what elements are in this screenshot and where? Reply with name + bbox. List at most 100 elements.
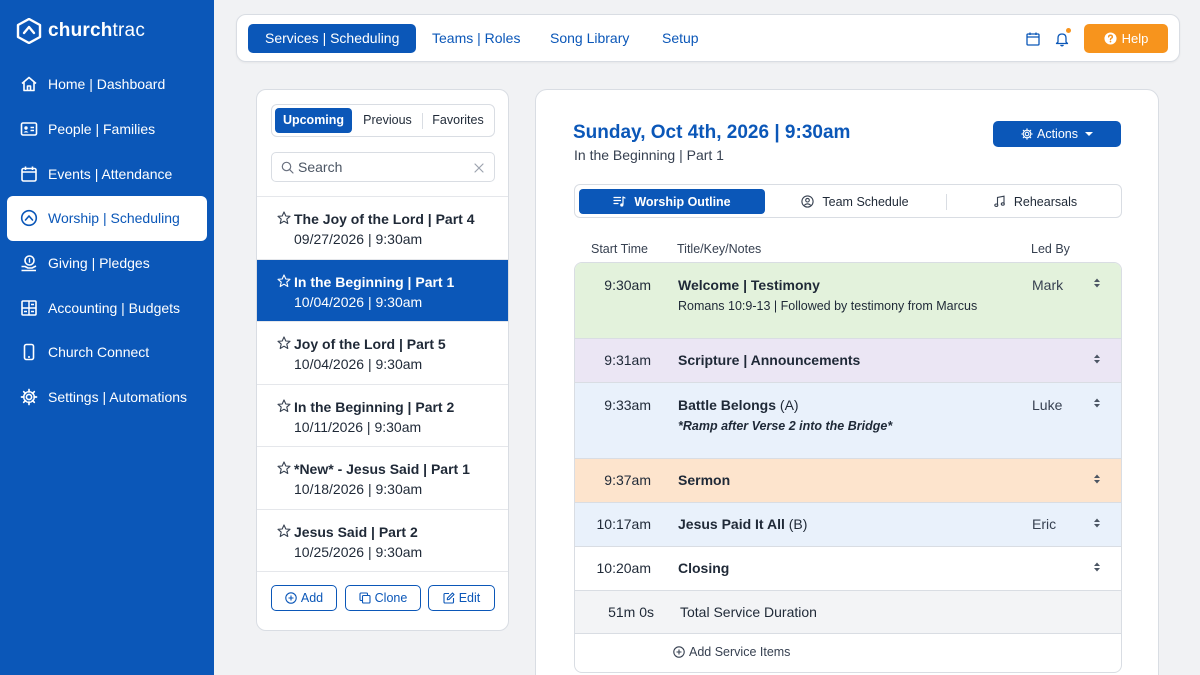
add-service-button[interactable]: Add: [271, 585, 337, 611]
sort-handle-icon[interactable]: [1093, 517, 1101, 529]
id-card-icon: [20, 122, 38, 136]
phone-icon: [23, 344, 35, 361]
service-title: The Joy of the Lord | Part 4: [294, 211, 475, 227]
sidebar-item-label: Home | Dashboard: [48, 76, 166, 93]
edit-icon: [443, 592, 455, 604]
edit-service-button[interactable]: Edit: [428, 585, 495, 611]
service-detail-panel: Sunday, Oct 4th, 2026 | 9:30am In the Be…: [535, 89, 1159, 675]
service-item[interactable]: In the Beginning | Part 1 10/04/2026 | 9…: [257, 259, 508, 322]
service-title: *New* - Jesus Said | Part 1: [294, 461, 470, 477]
sidebar-item-label: Accounting | Budgets: [48, 299, 181, 316]
sidebar-item-label: Giving | Pledges: [48, 255, 150, 272]
tab-label: Worship Outline: [634, 194, 731, 209]
item-time: 9:31am: [604, 352, 651, 368]
sidebar-item-church-connect[interactable]: Church Connect: [0, 330, 214, 375]
outline-row[interactable]: 9:31am Scripture | Announcements: [575, 339, 1121, 383]
sidebar-item-home[interactable]: Home | Dashboard: [0, 62, 214, 107]
sort-handle-icon[interactable]: [1093, 397, 1101, 409]
service-item[interactable]: *New* - Jesus Said | Part 1 10/18/2026 |…: [257, 447, 508, 510]
sort-handle-icon[interactable]: [1093, 353, 1101, 365]
help-button[interactable]: Help: [1084, 24, 1168, 53]
actions-dropdown-button[interactable]: Actions: [993, 121, 1121, 147]
sidebar-item-settings[interactable]: Settings | Automations: [0, 375, 214, 420]
search-input[interactable]: [298, 157, 468, 177]
outline-row[interactable]: 9:33am Battle Belongs (A) *Ramp after Ve…: [575, 383, 1121, 459]
churchtrac-logo-icon: [16, 18, 42, 44]
bell-icon[interactable]: [1054, 31, 1070, 47]
sidebar-item-label: People | Families: [48, 121, 156, 138]
service-title: In the Beginning | Part 1: [294, 273, 455, 290]
total-duration-label: Total Service Duration: [680, 604, 817, 620]
item-title: Battle Belongs (A): [678, 397, 799, 413]
outline-row[interactable]: 10:17am Jesus Paid It All (B) Eric: [575, 503, 1121, 547]
filter-divider: [422, 113, 423, 129]
star-icon[interactable]: [277, 461, 291, 475]
outline-row[interactable]: 9:37am Sermon: [575, 459, 1121, 503]
tab-teams-roles[interactable]: Teams | Roles: [432, 24, 520, 53]
tab-team-schedule[interactable]: Team Schedule: [770, 189, 940, 214]
star-icon[interactable]: [277, 211, 291, 225]
service-date: 10/04/2026 | 9:30am: [294, 356, 423, 372]
total-duration-row: 51m 0s Total Service Duration: [575, 591, 1121, 634]
caret-down-icon: [1085, 132, 1093, 136]
item-title: Welcome | Testimony: [678, 277, 820, 293]
sidebar: churchtrac Home | Dashboard People | Fam…: [0, 0, 214, 675]
add-service-items-button[interactable]: Add Service Items: [673, 645, 790, 659]
tab-setup[interactable]: Setup: [662, 24, 699, 53]
edit-label: Edit: [458, 591, 481, 605]
sidebar-item-accounting[interactable]: Accounting | Budgets: [0, 285, 214, 330]
sidebar-item-label: Church Connect: [48, 344, 150, 361]
star-icon[interactable]: [277, 273, 291, 288]
logo[interactable]: churchtrac: [16, 17, 145, 45]
sidebar-item-label: Events | Attendance: [48, 165, 173, 182]
add-items-label: Add Service Items: [689, 645, 791, 659]
item-time: 10:17am: [596, 516, 651, 532]
sort-handle-icon[interactable]: [1093, 473, 1101, 485]
service-item[interactable]: The Joy of the Lord | Part 4 09/27/2026 …: [257, 197, 508, 260]
service-list: The Joy of the Lord | Part 4 09/27/2026 …: [257, 196, 508, 572]
calendar-icon[interactable]: [1025, 31, 1041, 47]
services-panel: Upcoming Previous Favorites The Joy of t…: [256, 89, 509, 631]
sidebar-item-people[interactable]: People | Families: [0, 107, 214, 152]
sort-handle-icon[interactable]: [1093, 277, 1101, 289]
filter-favorites[interactable]: Favorites: [424, 108, 492, 133]
gear-icon: [1021, 128, 1033, 140]
sidebar-item-worship[interactable]: Worship | Scheduling: [7, 196, 207, 241]
item-title: Scripture | Announcements: [678, 352, 861, 368]
sort-handle-icon[interactable]: [1093, 561, 1101, 573]
filter-upcoming[interactable]: Upcoming: [275, 108, 352, 133]
clear-search-icon[interactable]: [474, 163, 484, 173]
notification-dot: [1066, 28, 1071, 33]
service-title: In the Beginning | Part 2: [294, 398, 455, 415]
item-time: 9:33am: [604, 397, 651, 413]
sidebar-nav: Home | Dashboard People | Families Event…: [0, 62, 214, 420]
sidebar-item-events[interactable]: Events | Attendance: [0, 151, 214, 196]
item-title: Sermon: [678, 472, 731, 488]
star-icon[interactable]: [277, 523, 291, 538]
copy-icon: [359, 592, 371, 604]
tab-song-library[interactable]: Song Library: [550, 24, 629, 53]
service-item[interactable]: Jesus Said | Part 2 10/25/2026 | 9:30am: [257, 510, 508, 572]
sidebar-item-giving[interactable]: Giving | Pledges: [0, 241, 214, 286]
tab-worship-outline[interactable]: Worship Outline: [579, 189, 765, 214]
service-title: Jesus Said | Part 2: [294, 523, 418, 540]
star-icon[interactable]: [277, 336, 291, 350]
filter-previous[interactable]: Previous: [355, 108, 420, 133]
service-item[interactable]: Joy of the Lord | Part 5 10/04/2026 | 9:…: [257, 322, 508, 385]
tab-services-scheduling[interactable]: Services | Scheduling: [248, 24, 417, 53]
clone-service-button[interactable]: Clone: [345, 585, 421, 611]
worship-outline-list: 9:30am Welcome | Testimony Romans 10:9-1…: [574, 262, 1122, 673]
service-detail-title: Sunday, Oct 4th, 2026 | 9:30am: [573, 122, 851, 143]
outline-row[interactable]: 9:30am Welcome | Testimony Romans 10:9-1…: [575, 263, 1121, 339]
tab-rehearsals[interactable]: Rehearsals: [955, 189, 1115, 214]
outline-row[interactable]: 10:20am Closing: [575, 547, 1121, 591]
sidebar-item-label: Worship | Scheduling: [48, 210, 180, 227]
item-note: Romans 10:9-13 | Followed by testimony f…: [678, 299, 978, 313]
item-led-by: Eric: [1032, 516, 1057, 532]
service-item[interactable]: In the Beginning | Part 2 10/11/2026 | 9…: [257, 385, 508, 447]
total-duration-value: 51m 0s: [608, 604, 654, 620]
add-label: Add: [300, 591, 324, 605]
star-icon[interactable]: [277, 398, 291, 413]
subtab-divider: [946, 194, 947, 210]
tab-label: Team Schedule: [822, 194, 909, 209]
